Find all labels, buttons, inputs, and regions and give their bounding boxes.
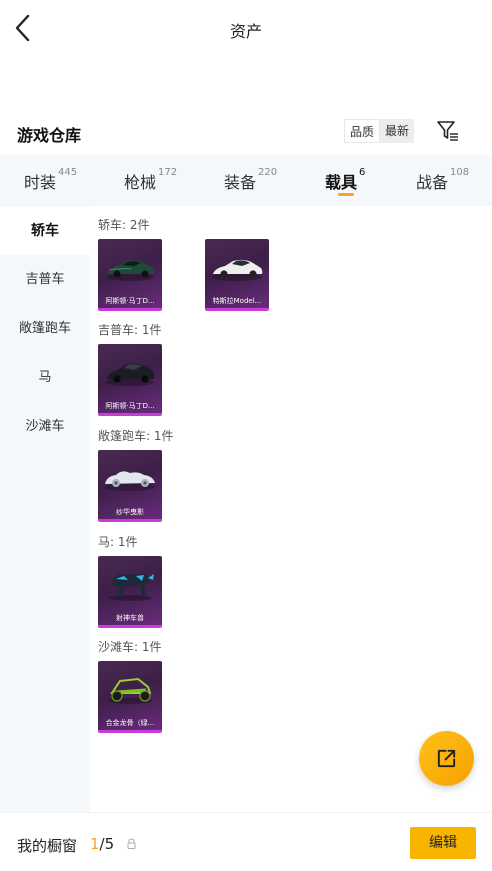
- subcategory-sidebar: 轿车 吉普车 敞篷跑车 马 沙滩车: [0, 206, 90, 812]
- section-label-jeep: 吉普车: 1件: [98, 323, 162, 337]
- edit-button[interactable]: 编辑: [410, 827, 476, 859]
- tab-label: 战备: [416, 173, 449, 192]
- item-card[interactable]: 射神车兽: [98, 556, 162, 628]
- section-label-sedan: 轿车: 2件: [98, 218, 150, 232]
- showcase-current: 1: [90, 835, 100, 853]
- assets-page: 资产 游戏仓库 品质 最新 时装445 枪械172 装备220 载具6 战备10…: [0, 0, 492, 871]
- dark-green-sports-car-icon: [106, 260, 155, 281]
- dark-suv-icon: [106, 363, 155, 386]
- item-name: 纱华曳影: [116, 508, 144, 516]
- share-button[interactable]: [419, 731, 474, 786]
- item-name: 特斯拉Model...: [212, 297, 262, 305]
- sort-latest-button[interactable]: 最新: [380, 119, 415, 143]
- share-icon: [437, 749, 456, 768]
- sidebar-item-sedan[interactable]: 轿车: [0, 207, 90, 255]
- tab-firearms[interactable]: 枪械172: [124, 167, 178, 193]
- tab-count: 220: [258, 167, 278, 178]
- tab-count: 445: [58, 167, 78, 178]
- tab-equipment[interactable]: 装备220: [224, 167, 278, 193]
- item-card[interactable]: 纱华曳影: [98, 450, 162, 522]
- item-name: 阿斯顿·马丁D...: [105, 402, 155, 410]
- tab-count: 172: [158, 167, 178, 178]
- item-name: 合金龙骨（绿...: [105, 719, 155, 727]
- green-dune-buggy-icon: [108, 677, 152, 704]
- sort-toggle: 品质 最新: [344, 119, 415, 143]
- sort-quality-button[interactable]: 品质: [344, 119, 381, 143]
- top-bar: 资产: [0, 0, 492, 58]
- showcase-label: 我的橱窗: [17, 837, 78, 855]
- category-tabs: 时装445 枪械172 装备220 载具6 战备108: [0, 155, 492, 206]
- blue-mech-beast-icon: [108, 573, 154, 601]
- active-tab-indicator: [338, 193, 354, 196]
- item-card[interactable]: 合金龙骨（绿...: [98, 661, 162, 733]
- section-label-convertible: 敞篷跑车: 1件: [98, 429, 174, 443]
- tab-supplies[interactable]: 战备108: [416, 167, 470, 193]
- page-title: 资产: [229, 22, 262, 41]
- lock-icon: [127, 838, 136, 849]
- item-name: 阿斯顿·马丁D...: [105, 297, 155, 305]
- vehicle-list: 轿车: 2件 阿斯顿·马丁D... 特斯拉Model... 吉普车: 1件 阿斯…: [90, 206, 492, 812]
- white-tesla-car-icon: [212, 259, 263, 281]
- sidebar-item-beach-buggy[interactable]: 沙滩车: [0, 403, 90, 451]
- filter-icon[interactable]: [436, 119, 460, 143]
- warehouse-title: 游戏仓库: [17, 126, 82, 145]
- showcase-bar: 我的橱窗 1/5 编辑: [0, 812, 492, 871]
- tab-label: 载具: [325, 173, 358, 192]
- tab-label: 装备: [224, 173, 257, 192]
- tab-count: 108: [450, 167, 470, 178]
- tab-label: 枪械: [124, 173, 157, 192]
- sidebar-item-horse[interactable]: 马: [0, 354, 90, 402]
- white-classic-convertible-icon: [105, 471, 155, 491]
- tab-fashion[interactable]: 时装445: [24, 167, 78, 193]
- tab-label: 时装: [24, 173, 57, 192]
- showcase-count: 1/5: [90, 835, 114, 853]
- sidebar-item-jeep[interactable]: 吉普车: [0, 256, 90, 304]
- showcase-total: /5: [99, 835, 115, 853]
- item-card[interactable]: 阿斯顿·马丁D...: [98, 344, 162, 416]
- tab-count: 6: [359, 167, 366, 178]
- section-label-horse: 马: 1件: [98, 535, 138, 549]
- tab-vehicles[interactable]: 载具6: [325, 167, 366, 193]
- item-card[interactable]: 阿斯顿·马丁D...: [98, 239, 162, 311]
- warehouse-header: 游戏仓库 品质 最新: [0, 112, 492, 152]
- sidebar-item-convertible[interactable]: 敞篷跑车: [0, 305, 90, 353]
- item-card[interactable]: 特斯拉Model...: [205, 239, 269, 311]
- section-label-beach-buggy: 沙滩车: 1件: [98, 640, 162, 654]
- item-name: 射神车兽: [116, 614, 144, 622]
